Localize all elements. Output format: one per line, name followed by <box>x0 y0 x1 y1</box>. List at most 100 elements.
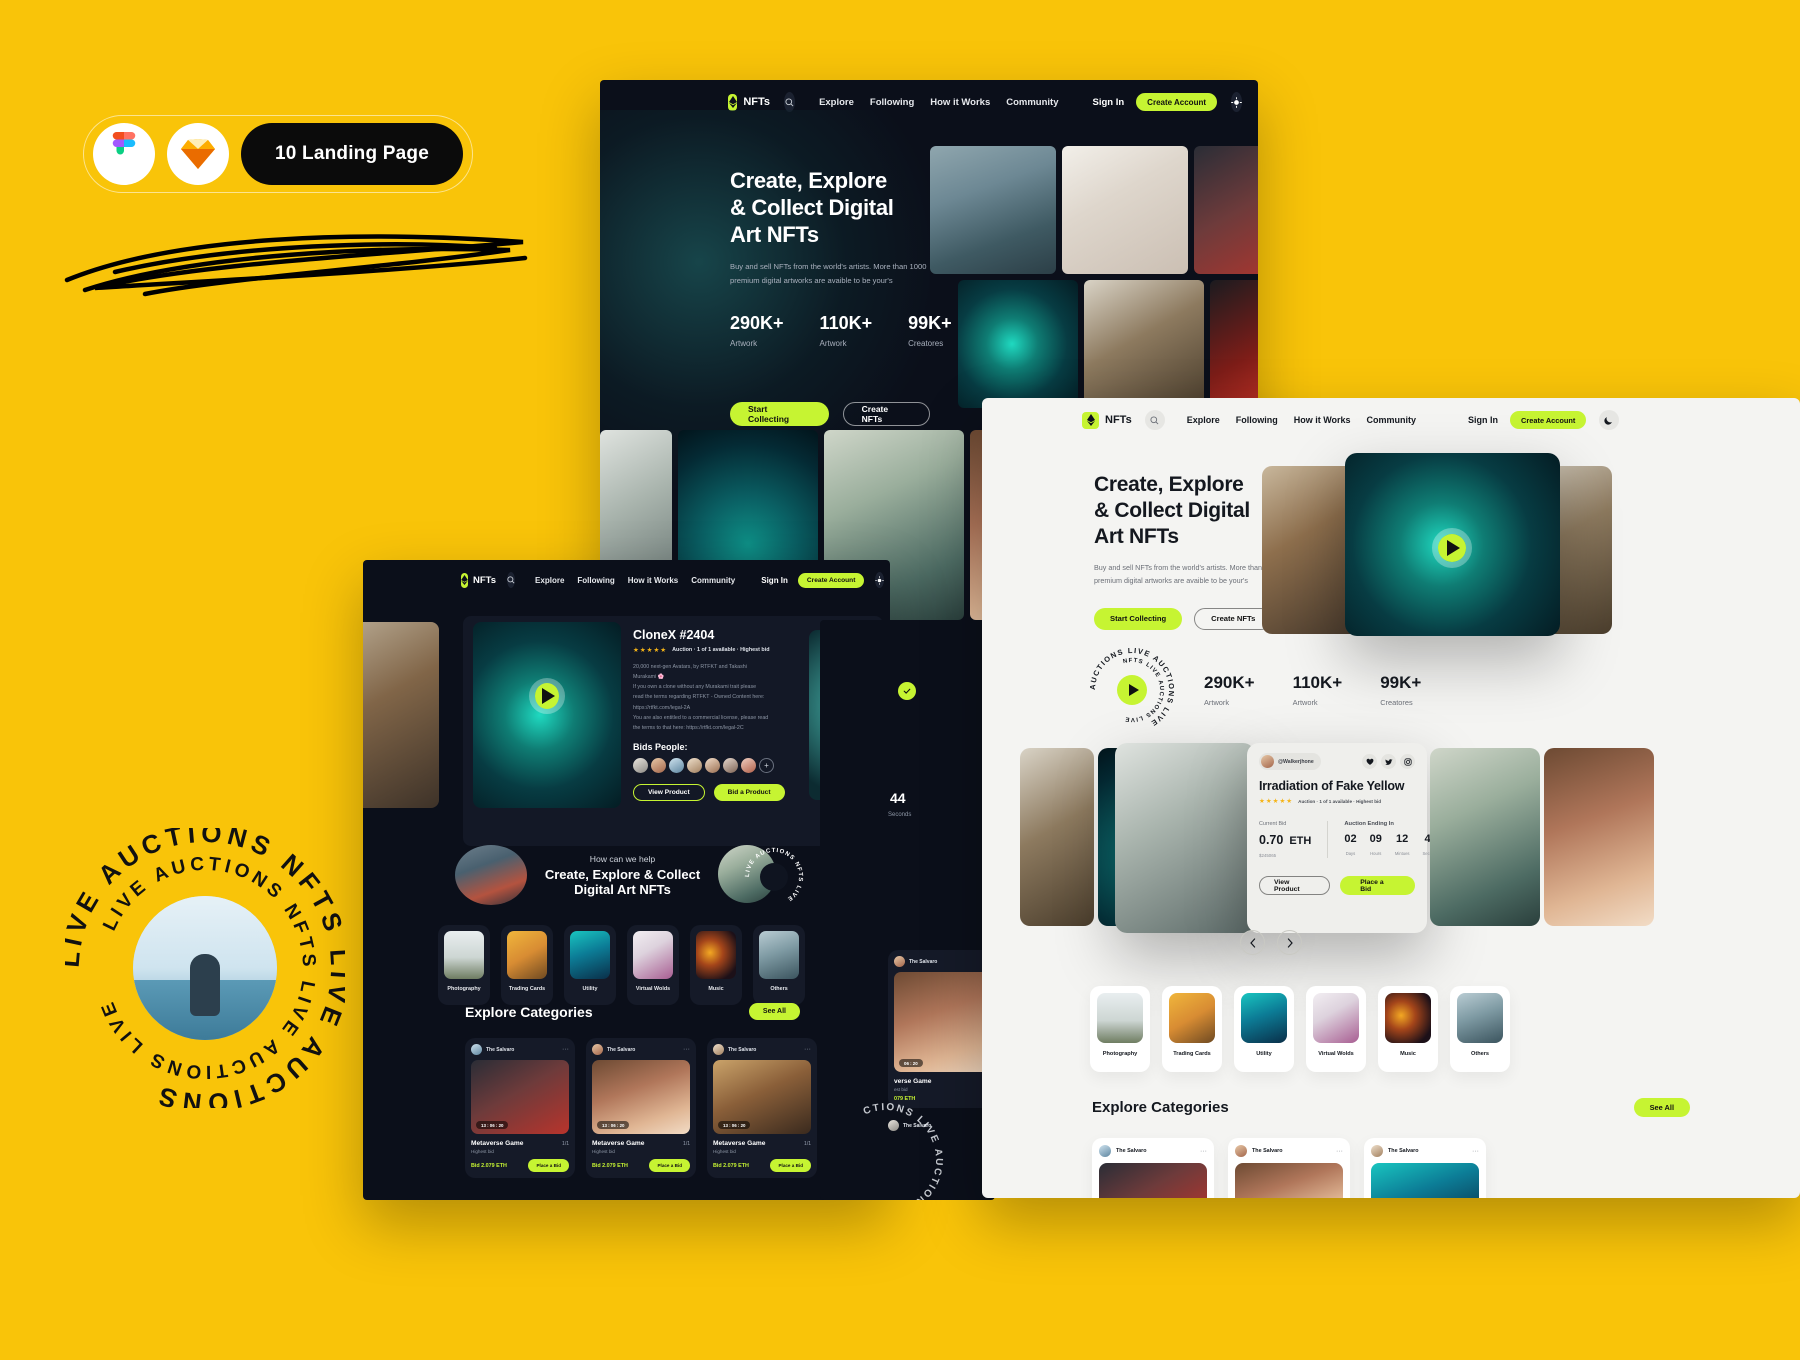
product-card[interactable]: The Salvaro ··· 13 : 06 : 20 Metaverse G… <box>465 1038 575 1178</box>
category-card-virtual-wolds[interactable]: Virtual Wolds <box>627 925 679 1005</box>
place-bid-button[interactable]: Place a Bid <box>770 1159 811 1172</box>
view-product-button[interactable]: View Product <box>633 784 705 802</box>
category-card-others[interactable]: Others <box>753 925 805 1005</box>
create-account-button[interactable]: Create Account <box>1510 411 1587 429</box>
figma-button[interactable] <box>93 123 155 185</box>
card-menu-icon[interactable]: ··· <box>1200 1148 1207 1155</box>
more-bidders-button[interactable]: + <box>759 758 774 774</box>
signin-link[interactable]: Sign In <box>1468 415 1498 425</box>
search-button[interactable] <box>507 572 516 588</box>
category-card-music[interactable]: Music <box>690 925 742 1005</box>
nav-link-how-it-works[interactable]: How it Works <box>1294 415 1351 425</box>
nav-link-how-it-works[interactable]: How it Works <box>628 576 679 585</box>
bid-product-button[interactable]: Bid a Product <box>713 784 785 802</box>
signin-link[interactable]: Sign In <box>1093 97 1125 108</box>
avatar[interactable] <box>705 758 720 774</box>
create-nfts-button[interactable]: Create NFTs <box>1194 607 1273 630</box>
avatar[interactable] <box>687 758 702 774</box>
twitter-icon-button[interactable] <box>1381 754 1396 769</box>
category-label: Photography <box>447 986 481 992</box>
product-card[interactable]: The Salvaro ··· 13 : 06 : 20 Metaverse G… <box>707 1038 817 1178</box>
auction-media-tile[interactable] <box>1544 748 1654 926</box>
see-all-button[interactable]: See All <box>1633 1098 1690 1117</box>
logo-mark[interactable] <box>1082 411 1099 429</box>
category-card-photography[interactable]: Photography <box>438 925 490 1005</box>
card-menu-icon[interactable]: ··· <box>562 1046 569 1053</box>
category-card-utility[interactable]: Utility <box>564 925 616 1005</box>
avatar[interactable] <box>723 758 738 774</box>
category-card-music[interactable]: Music <box>1378 986 1438 1072</box>
place-bid-button[interactable]: Place a Bid <box>1340 876 1415 895</box>
category-card-others[interactable]: Others <box>1450 986 1510 1072</box>
product-card[interactable]: The Salvaro ··· <box>1364 1138 1486 1198</box>
nav-link-explore[interactable]: Explore <box>819 97 854 108</box>
carousel-prev-button[interactable] <box>1240 930 1265 955</box>
play-video-button[interactable] <box>529 678 565 714</box>
artwork-tile[interactable] <box>930 146 1056 274</box>
see-all-button[interactable]: See All <box>748 1003 800 1020</box>
theme-toggle-button[interactable] <box>1599 410 1620 430</box>
nav-link-community[interactable]: Community <box>1367 415 1417 425</box>
product-card[interactable]: The Salvaro ··· 13 : 06 : 20 Metaverse G… <box>586 1038 696 1178</box>
avatar[interactable] <box>651 758 666 774</box>
bookmark-badge[interactable] <box>898 682 916 700</box>
start-collecting-button[interactable]: Start Collecting <box>730 402 829 427</box>
auction-media-tile[interactable] <box>1430 748 1540 926</box>
product-card[interactable]: The Salvaro ··· <box>1092 1138 1214 1198</box>
create-account-button[interactable]: Create Account <box>797 572 865 588</box>
auction-media-featured[interactable] <box>1115 743 1255 933</box>
artwork-tile[interactable] <box>958 280 1078 408</box>
carousel-next-button[interactable] <box>1277 930 1302 955</box>
nav-link-explore[interactable]: Explore <box>1187 415 1220 425</box>
create-account-button[interactable]: Create Account <box>1136 93 1217 111</box>
author-chip[interactable]: @Walkerjhone <box>1259 753 1321 770</box>
place-bid-button[interactable]: Place a Bid <box>528 1159 569 1172</box>
heart-icon-button[interactable] <box>1362 754 1377 769</box>
create-nfts-button[interactable]: Create NFTs <box>842 402 930 427</box>
category-card-photography[interactable]: Photography <box>1090 986 1150 1072</box>
auction-media-tile[interactable] <box>1020 748 1094 926</box>
card-menu-icon[interactable]: ··· <box>683 1046 690 1053</box>
instagram-icon-button[interactable] <box>1400 754 1415 769</box>
artwork-tile[interactable] <box>1062 146 1188 274</box>
view-product-button[interactable]: View Product <box>1259 876 1331 895</box>
nav-link-community[interactable]: Community <box>691 576 735 585</box>
category-card-trading-cards[interactable]: Trading Cards <box>1162 986 1222 1072</box>
start-collecting-button[interactable]: Start Collecting <box>1094 607 1183 630</box>
category-card-virtual-wolds[interactable]: Virtual Wolds <box>1306 986 1366 1072</box>
fragment-product-card[interactable]: The Salvaro 06 : 20 verse Game 1/1 est b… <box>888 950 995 1108</box>
nav-link-following[interactable]: Following <box>870 97 914 108</box>
signin-link[interactable]: Sign In <box>761 576 788 585</box>
logo-mark[interactable] <box>461 572 468 588</box>
category-card-trading-cards[interactable]: Trading Cards <box>501 925 553 1005</box>
theme-toggle-button[interactable] <box>875 572 885 588</box>
sketch-button[interactable] <box>167 123 229 185</box>
nav-link-community[interactable]: Community <box>1006 97 1058 108</box>
live-play-button[interactable] <box>1117 675 1147 705</box>
card-menu-icon[interactable]: ··· <box>804 1046 811 1053</box>
product-card[interactable]: The Salvaro ··· <box>1228 1138 1350 1198</box>
avatar[interactable] <box>741 758 756 774</box>
nav-link-following[interactable]: Following <box>577 576 614 585</box>
nav-link-how-it-works[interactable]: How it Works <box>930 97 990 108</box>
artwork-peek-left[interactable] <box>363 622 439 808</box>
theme-toggle-button[interactable] <box>1231 92 1243 112</box>
artwork-tile[interactable] <box>1194 146 1258 274</box>
category-card-utility[interactable]: Utility <box>1234 986 1294 1072</box>
play-video-button[interactable] <box>1432 528 1472 568</box>
product-media[interactable] <box>473 622 621 808</box>
nav-link-explore[interactable]: Explore <box>535 576 564 585</box>
hero-subtitle-line1: Buy and sell NFTs from the world's artis… <box>730 262 927 272</box>
nav-link-following[interactable]: Following <box>1236 415 1278 425</box>
place-bid-button[interactable]: Place a Bid <box>649 1159 690 1172</box>
logo-mark[interactable] <box>728 93 738 111</box>
landing-page-count-button[interactable]: 10 Landing Page <box>241 123 463 185</box>
artwork-tile[interactable] <box>1210 280 1258 408</box>
avatar[interactable] <box>633 758 648 774</box>
avatar[interactable] <box>669 758 684 774</box>
card-menu-icon[interactable]: ··· <box>1336 1148 1343 1155</box>
artwork-tile[interactable] <box>1084 280 1204 408</box>
search-button[interactable] <box>784 92 796 112</box>
card-menu-icon[interactable]: ··· <box>1472 1148 1479 1155</box>
search-button[interactable] <box>1144 410 1165 430</box>
